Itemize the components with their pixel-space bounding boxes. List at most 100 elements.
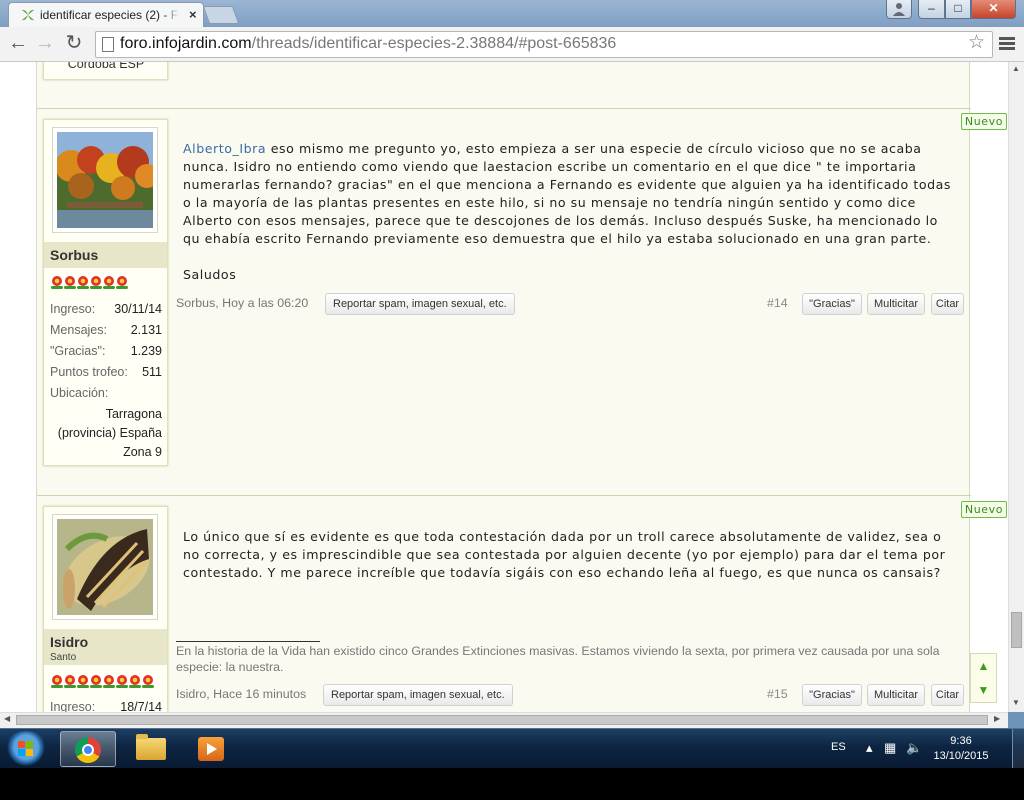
language-indicator[interactable]: ES [831,741,846,753]
stat-join-date: Ingreso: 18/7/14 [50,700,162,712]
user-info-isidro: Isidro Santo Ingreso: 18/7/14 [43,506,168,712]
post-divider [37,108,971,109]
username[interactable]: Isidro [50,634,161,650]
username-bar: Isidro Santo [44,629,167,665]
show-desktop-button[interactable] [1012,729,1024,769]
maximize-icon: □ [954,1,962,15]
flower-icon [64,675,76,688]
post-15-footer: Isidro, Hace 16 minutos Reportar spam, i… [176,684,971,706]
flower-icon [103,675,115,688]
maximize-button[interactable]: □ [945,0,971,19]
post-14-footer: Sorbus, Hoy a las 06:20 Reportar spam, i… [176,293,971,315]
flower-icon [90,276,102,289]
stat-trophy-points[interactable]: Puntos trofeo: 511 [50,365,162,379]
minimize-button[interactable]: – [918,0,945,19]
new-tab-button[interactable] [202,6,240,24]
windows-logo-icon [18,741,34,757]
page-scroll-navigator: ▲ ▼ [970,653,997,703]
post-14-signoff: Saludos [183,267,237,282]
page-viewport: Córdoba ESP Sorbus Ingreso: 30/11/14 Men… [0,62,1008,712]
scrollbar-right-arrow-icon[interactable]: ▶ [994,714,1000,723]
windows-taskbar: ES ▴ ▦ 🔈 9:36 13/10/2015 [0,728,1024,769]
avatar[interactable] [52,127,159,233]
taskbar-explorer[interactable] [122,731,178,767]
post-number-link[interactable]: #15 [767,687,788,701]
flower-icon [77,675,89,688]
post-author-date[interactable]: Isidro, Hace 16 minutos [176,687,306,701]
scrollbar-up-arrow-icon[interactable]: ▲ [1012,64,1020,73]
scroll-up-arrow-icon[interactable]: ▲ [971,654,996,678]
report-button[interactable]: Reportar spam, imagen sexual, etc. [323,684,513,706]
quote-button[interactable]: Citar [931,293,964,315]
user-icon [893,3,905,16]
thanks-button[interactable]: "Gracias" [802,684,862,706]
signature-divider [176,641,320,642]
tray-arrow-icon[interactable]: ▴ [866,740,873,756]
start-button[interactable] [4,731,48,767]
close-window-button[interactable]: ✕ [971,0,1016,19]
volume-icon[interactable]: 🔈 [906,740,922,756]
address-bar[interactable]: foro.infojardin.com/threads/identificar-… [95,31,993,58]
location-value[interactable]: Tarragona (provincia) España Zona 9 [50,405,162,462]
scrollbar-down-arrow-icon[interactable]: ▼ [1012,698,1020,707]
avatar-autumn-forest-image [55,132,159,228]
flower-icon [51,276,63,289]
flower-icon [51,675,63,688]
flower-icon [116,276,128,289]
flower-icon [103,276,115,289]
reload-icon[interactable]: ↻ [64,33,84,53]
chrome-menu-icon[interactable] [999,37,1015,52]
browser-tab[interactable]: identificar especies (2) - Foros de Jard… [8,2,204,27]
post-author-date[interactable]: Sorbus, Hoy a las 06:20 [176,296,308,310]
quote-button[interactable]: Citar [931,684,964,706]
new-post-badge: Nuevo [961,501,1007,518]
avatar-insect-wing-image [57,519,153,615]
post-number-link[interactable]: #14 [767,296,788,310]
prev-location: Córdoba ESP [67,62,145,71]
tab-close-icon[interactable]: × [189,7,197,22]
vertical-scroll-thumb[interactable] [1011,612,1022,648]
back-arrow-icon[interactable]: ← [8,33,28,53]
stat-join-date: Ingreso: 30/11/14 [50,302,162,316]
post-divider [37,495,971,496]
leaf-favicon-icon [22,9,34,21]
minimize-icon: – [928,1,935,15]
prev-user-box-tail: Córdoba ESP [43,62,168,80]
username[interactable]: Sorbus [50,247,161,263]
taskbar-chrome[interactable] [60,731,116,767]
report-button[interactable]: Reportar spam, imagen sexual, etc. [325,293,515,315]
taskbar-media-player[interactable] [184,731,240,767]
multiquote-button[interactable]: Multicitar [867,684,925,706]
clock-date: 13/10/2015 [933,750,989,762]
folder-icon [136,734,166,760]
signature-text: En la historia de la Vida han existido c… [176,644,940,674]
post-15-body: Lo único que sí es evidente es que toda … [183,529,946,581]
flower-icon [77,276,89,289]
vertical-scrollbar[interactable]: ▲ ▼ [1008,62,1024,712]
system-clock[interactable]: 9:36 13/10/2015 [932,734,990,764]
tab-title: identificar especies (2) - Foros de Jard… [40,8,180,22]
media-player-icon [198,737,224,761]
flower-icon [116,675,128,688]
scroll-down-arrow-icon[interactable]: ▼ [971,678,996,702]
new-post-badge: Nuevo [961,113,1007,130]
thanks-button[interactable]: "Gracias" [802,293,862,315]
horizontal-scroll-thumb[interactable] [16,715,988,725]
bookmark-star-icon[interactable]: ☆ [968,31,985,54]
user-info-sorbus: Sorbus Ingreso: 30/11/14 Mensajes: 2.131 "… [43,119,168,466]
network-icon[interactable]: ▦ [884,740,896,756]
multiquote-button[interactable]: Multicitar [867,293,925,315]
flower-icon [129,675,141,688]
avatar[interactable] [52,514,158,620]
screen-bottom-border [0,768,1024,800]
rank-flowers [51,674,155,690]
user-profile-button[interactable] [886,0,912,19]
chrome-icon [75,737,101,763]
user-mention[interactable]: Alberto_Ibra [183,141,266,156]
stat-messages: Mensajes: 2.131 [50,323,162,337]
thread-container: Córdoba ESP Sorbus Ingreso: 30/11/14 Men… [36,62,971,712]
browser-toolbar: ← → ↻ foro.infojardin.com/threads/identi… [0,27,1024,62]
horizontal-scrollbar[interactable]: ◀ ▶ [0,712,1008,728]
forward-arrow-icon[interactable]: → [35,33,55,53]
scrollbar-left-arrow-icon[interactable]: ◀ [4,714,10,723]
